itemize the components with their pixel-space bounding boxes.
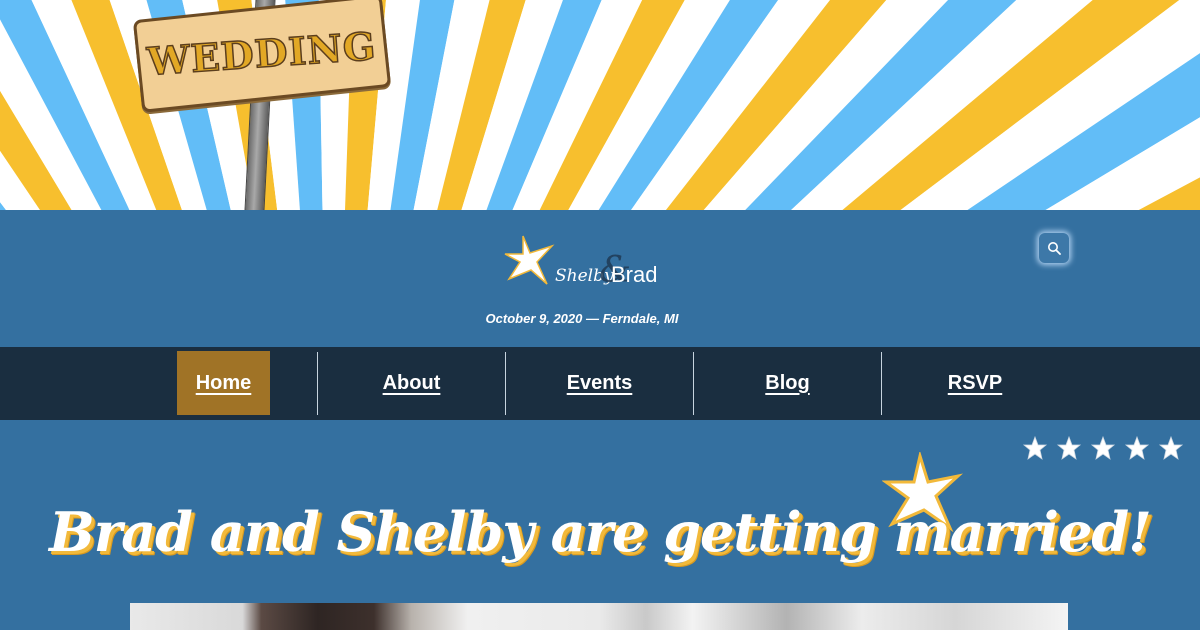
star-icon [1158,435,1184,460]
nav-item-home[interactable]: Home [177,351,270,415]
search-button[interactable] [1039,233,1069,263]
wedding-sign-text: WEDDING [145,22,379,84]
wedding-banner: WEDDING [0,0,1200,210]
star-icon [1056,435,1082,460]
star-icon [1022,435,1048,460]
main-content: Brad and Shelby are getting married! [0,420,1200,630]
star-icon [1090,435,1116,460]
main-nav: Home About Events Blog RSVP [0,347,1200,420]
logo-star-icon [504,235,555,285]
nav-item-about[interactable]: About [318,351,505,415]
logo-name-brad: Brad [611,262,658,287]
couple-photo [130,603,1068,630]
nav-item-rsvp[interactable]: RSVP [882,351,1068,415]
site-tagline: October 9, 2020 — Ferndale, MI [485,311,679,326]
star-rating [1022,435,1184,461]
site-header: Shelby & Brad October 9, 2020 — Ferndale… [0,210,1200,347]
search-icon [1048,242,1061,255]
nav-item-blog[interactable]: Blog [694,351,881,415]
nav-item-events[interactable]: Events [506,351,693,415]
page-headline: Brad and Shelby are getting married! [49,500,1152,564]
star-icon [1124,435,1150,460]
site-logo[interactable]: Shelby & Brad [503,232,673,292]
